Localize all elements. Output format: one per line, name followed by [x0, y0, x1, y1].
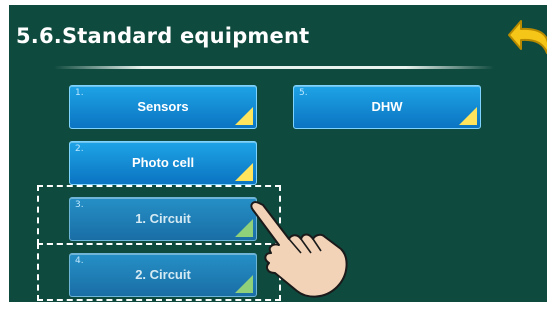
corner-triangle-icon	[235, 107, 253, 125]
button-number: 2.	[75, 144, 84, 154]
title-divider	[54, 66, 494, 69]
circuit-1-button[interactable]: 3. 1. Circuit	[69, 197, 257, 241]
page-title: 5.6.Standard equipment	[16, 24, 310, 48]
dhw-button[interactable]: 5. DHW	[293, 85, 481, 129]
hand-pointer-icon	[250, 201, 348, 298]
screen: 5.6.Standard equipment 1. Sensors 5. DHW…	[9, 5, 547, 302]
button-number: 3.	[75, 200, 84, 210]
button-number: 4.	[75, 256, 84, 266]
corner-triangle-icon	[459, 107, 477, 125]
button-label: Photo cell	[131, 155, 195, 170]
button-label: 2. Circuit	[135, 267, 191, 282]
button-number: 1.	[75, 88, 84, 98]
back-arrow-icon[interactable]	[507, 15, 547, 61]
circuit-2-button[interactable]: 4. 2. Circuit	[69, 253, 257, 297]
sensors-button[interactable]: 1. Sensors	[69, 85, 257, 129]
photo-cell-button[interactable]: 2. Photo cell	[69, 141, 257, 185]
button-label: Sensors	[137, 99, 189, 114]
button-number: 5.	[299, 88, 308, 98]
button-label: DHW	[371, 99, 403, 114]
button-label: 1. Circuit	[135, 211, 191, 226]
corner-triangle-icon	[235, 163, 253, 181]
